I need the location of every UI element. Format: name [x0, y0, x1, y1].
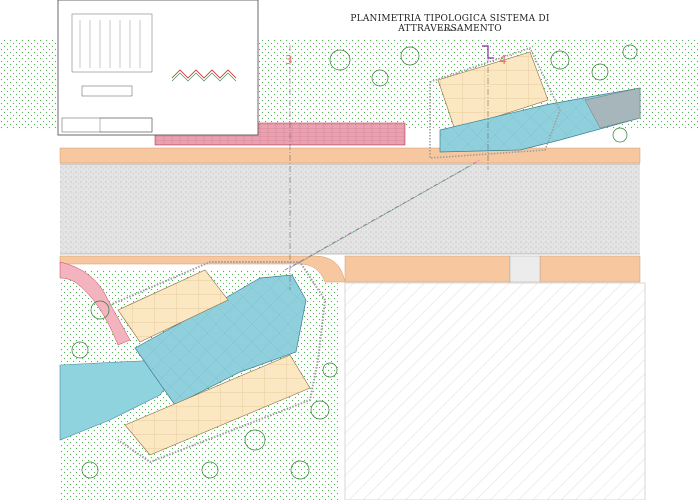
road: [60, 164, 640, 254]
section-marker-3: 3: [285, 53, 293, 67]
hatched-lot: [345, 283, 645, 500]
plan-drawing: 3 4: [0, 0, 700, 500]
crossing-gap: [509, 255, 541, 283]
legend-inset: [57, 0, 259, 136]
section-marker-4: 4: [499, 53, 507, 67]
sidewalk-top: [59, 147, 641, 164]
drawing-scale: SCALA 1:50: [437, 27, 463, 32]
sidewalk-bottom-mid: [344, 255, 511, 283]
sidewalk-bottom-right: [539, 255, 641, 283]
